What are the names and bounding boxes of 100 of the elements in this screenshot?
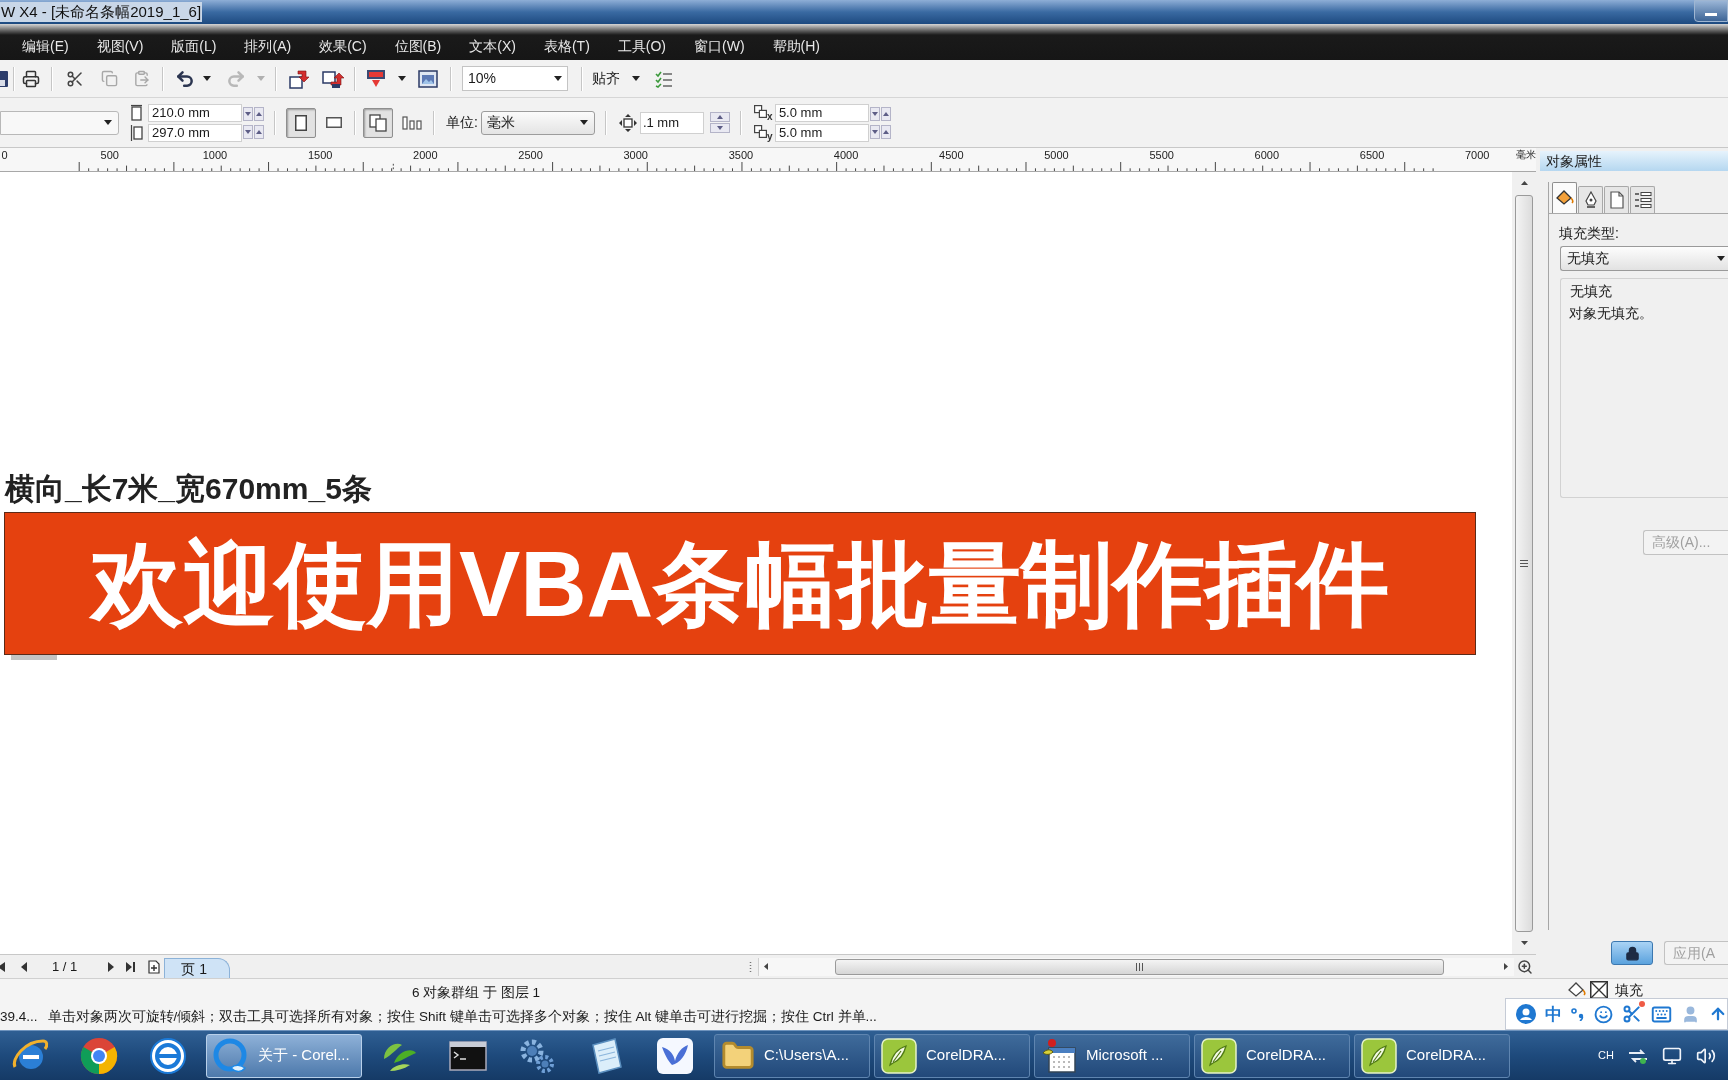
menu-item[interactable]: 工具(O) — [617, 36, 667, 57]
taskbar-button[interactable]: CorelDRA... — [874, 1033, 1030, 1078]
info-title: 无填充 — [1570, 282, 1612, 300]
color-wheel-icon — [79, 1036, 118, 1075]
stacked-pages-icon — [369, 113, 387, 132]
caret-icon — [203, 76, 211, 81]
overlapping-squares-icon — [100, 70, 118, 87]
up-arrow-icon — [256, 111, 262, 116]
curved-right-arrow-icon — [226, 68, 246, 89]
horizontal-scrollbar[interactable] — [758, 957, 1514, 976]
add-page-button[interactable] — [148, 958, 161, 975]
ruler-label: 0 — [1, 148, 8, 162]
menu-item[interactable]: 帮助(H) — [772, 36, 820, 57]
minimize-icon — [1705, 12, 1717, 16]
grid-window-icon — [1041, 1037, 1077, 1074]
portrait-button[interactable] — [286, 107, 316, 138]
axis-label: y — [766, 131, 774, 142]
selection-status: 6 对象群组 于 图层 1 — [412, 984, 540, 1001]
pen-tile-icon — [1361, 1037, 1397, 1074]
pen-tile-icon — [1201, 1037, 1237, 1074]
menu-item[interactable]: 位图(B) — [394, 36, 442, 57]
spin-up-button[interactable] — [880, 106, 891, 121]
unit-label: 单位: — [446, 113, 478, 132]
lock-button[interactable] — [1611, 941, 1653, 965]
docker-tab[interactable] — [1578, 186, 1603, 213]
snap-dropdown[interactable]: 贴齐 — [592, 68, 640, 89]
menu-item[interactable]: 视图(V) — [96, 36, 144, 57]
ruler-label: 4000 — [833, 148, 859, 162]
monitor-arrow-icon — [366, 68, 386, 89]
spin-down-button[interactable] — [243, 106, 253, 121]
page-width-field[interactable]: 210.0 mm — [148, 103, 242, 122]
spin-up-button[interactable] — [880, 124, 891, 139]
spin-up-button[interactable] — [254, 106, 264, 121]
window-picture-icon — [418, 69, 438, 88]
notification-dot-icon — [1639, 1001, 1645, 1007]
down-arrow-icon — [245, 111, 251, 116]
fill-status: 填充 — [1615, 981, 1643, 999]
floppy-icon — [0, 70, 9, 87]
taskbar-button[interactable]: CorelDRA... — [1354, 1033, 1510, 1078]
window-title: W X4 - [未命名条幅2019_1_6] — [0, 2, 203, 22]
caret-icon — [257, 76, 265, 81]
ruler-label: 7000 — [1464, 148, 1490, 162]
down-arrow-icon — [871, 129, 878, 134]
box-up-arrow-icon — [322, 68, 344, 89]
duplicate-offset-field[interactable]: 5.0 mm — [774, 103, 869, 122]
fill-type-dropdown[interactable]: 无填充 — [1560, 246, 1728, 271]
all-pages-button[interactable] — [363, 107, 393, 138]
nudge-field[interactable]: .1 mm — [639, 111, 704, 134]
menu-item[interactable]: 窗口(W) — [694, 36, 745, 57]
duplicate-offset-field[interactable]: 5.0 mm — [774, 123, 869, 142]
menu-item[interactable]: 效果(C) — [319, 36, 367, 57]
grip-icon — [1136, 962, 1143, 971]
menu-item[interactable]: 表格(T) — [543, 36, 590, 57]
docker-tab[interactable] — [1630, 186, 1655, 213]
monitor-icon — [1662, 1045, 1682, 1066]
e-circle-icon — [148, 1036, 187, 1075]
hint-text: 单击对象两次可旋转/倾斜；双击工具可选择所有对象；按住 Shift 键单击可选择多个对象；按住 Alt 键单击可进行挖掘；按住 Ctrl 并单... — [47, 1008, 877, 1027]
ruler-unit: 毫米 — [1516, 148, 1536, 162]
terminal-icon — [448, 1040, 487, 1071]
pen-nib-icon — [1584, 191, 1597, 209]
spin-up-button[interactable] — [709, 112, 730, 122]
user-circle-icon — [1516, 1004, 1536, 1024]
bar-pages-icon — [401, 115, 422, 130]
left-arrow-icon — [764, 963, 768, 970]
banner-caption: 横向_长7米_宽670mm_5条 — [5, 473, 372, 505]
right-arrow-icon — [1504, 963, 1508, 970]
first-page-icon — [0, 961, 6, 972]
menu-item[interactable]: 版面(L) — [171, 36, 217, 57]
spin-down-button[interactable] — [869, 106, 880, 121]
taskbar-button[interactable]: Microsoft ... — [1034, 1033, 1190, 1078]
page-height-field[interactable]: 297.0 mm — [148, 123, 242, 142]
unit-dropdown[interactable]: 毫米 — [480, 110, 595, 135]
taskbar-button[interactable]: C:\Users\A... — [714, 1033, 870, 1078]
up-arrow-icon — [716, 115, 723, 119]
page-tab[interactable]: 页 1 — [164, 958, 231, 978]
overlapping-squares-icon — [753, 104, 767, 118]
menu-item[interactable]: 文本(X) — [469, 36, 516, 57]
menu-item[interactable]: 排列(A) — [244, 36, 292, 57]
caret-icon — [398, 76, 406, 81]
punctuation-icon — [1571, 1007, 1585, 1021]
minimize-button[interactable] — [1694, 0, 1728, 22]
down-arrow-icon — [871, 111, 878, 116]
taskbar-button[interactable]: CorelDRA... — [1194, 1033, 1350, 1078]
input-mode-toggle[interactable]: 中 — [1545, 1005, 1562, 1023]
banner: 欢迎使用VBA条幅批量制作插件 — [4, 512, 1476, 655]
zoom-combo[interactable]: 10% — [462, 66, 568, 91]
language-indicator[interactable]: CH — [1598, 1047, 1614, 1064]
spin-down-button[interactable] — [243, 124, 253, 139]
scrollbar-thumb[interactable] — [1515, 195, 1533, 932]
paint-bucket-icon — [1555, 190, 1574, 206]
spin-down-button[interactable] — [869, 124, 880, 139]
docker-tab[interactable] — [1552, 182, 1577, 213]
spin-down-button[interactable] — [709, 123, 730, 133]
ruler-label: 1000 — [202, 148, 228, 162]
menu-item[interactable]: 编辑(E) — [22, 36, 69, 57]
page-plus-icon — [148, 959, 161, 974]
grip-icon — [1520, 560, 1528, 567]
scrollbar-thumb[interactable] — [835, 958, 1444, 975]
spin-up-button[interactable] — [254, 124, 264, 139]
cloud-ring-icon — [213, 1037, 249, 1074]
